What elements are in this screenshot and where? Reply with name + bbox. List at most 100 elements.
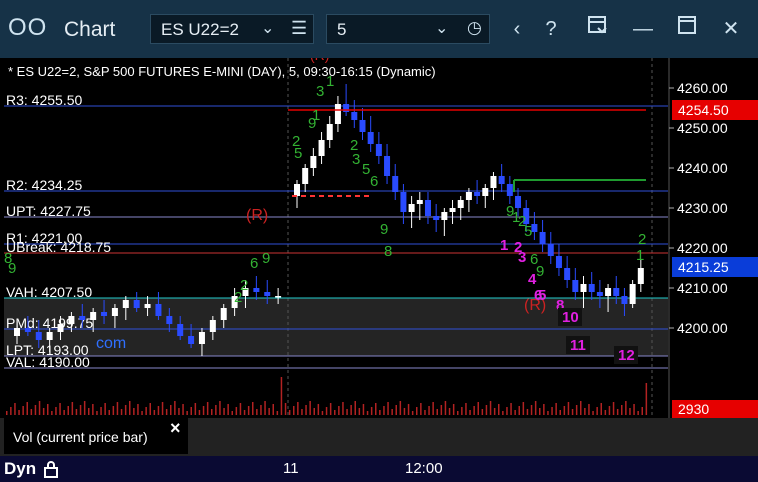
volume-bar [268, 408, 270, 415]
menu-icon[interactable]: ☰ [291, 18, 307, 39]
volume-bar [596, 407, 598, 415]
candle-body [275, 296, 282, 298]
volume-bar [182, 404, 184, 415]
volume-bar [395, 405, 397, 415]
volume-bar [489, 401, 492, 415]
volume-bar [112, 406, 115, 415]
interval-selector[interactable]: 5 ⌄ ◷ [326, 14, 490, 44]
chart-area[interactable]: R3: 4255.50 R2: 4234.25 UPT: 4227.75 R1: 42… [0, 47, 758, 456]
volume-bar [96, 411, 98, 415]
candle-body [400, 192, 407, 212]
candle-body [24, 328, 31, 332]
volume-bar [440, 405, 443, 415]
candle-body [46, 332, 53, 340]
candle-body [253, 288, 260, 292]
candle-body [188, 336, 195, 344]
volume-bar [170, 405, 172, 415]
volume-bar [293, 406, 295, 415]
interval-value: 5 [337, 20, 347, 39]
setup-count-green: 9 [8, 260, 16, 277]
volume-bar [194, 403, 197, 415]
candle-body [198, 332, 205, 344]
clock-icon[interactable]: ◷ [467, 18, 482, 38]
r-marker: (R) [246, 207, 268, 224]
volume-bar [539, 408, 541, 415]
candle-body [177, 324, 184, 336]
volume-bar [67, 406, 69, 415]
candle-body [449, 208, 456, 212]
volume-bar [206, 402, 209, 415]
volume-indicator-label[interactable]: Vol (current price bar) × [4, 418, 188, 454]
chevron-down-icon[interactable]: ⌄ [261, 18, 274, 38]
volume-bar [124, 405, 127, 415]
time-label-11: 11 [283, 460, 299, 477]
volume-bar [108, 410, 110, 415]
volume-bar [288, 410, 291, 415]
chevron-down-icon[interactable]: ⌄ [435, 18, 448, 38]
volume-bar [637, 411, 639, 415]
window-settings-icon[interactable] [582, 14, 612, 44]
volume-bar [534, 401, 537, 415]
volume-bar [399, 401, 402, 415]
volume-bar [231, 411, 233, 415]
setup-count-green: 1 [636, 247, 644, 264]
price-chart[interactable]: R3: 4255.50R2: 4234.25UPT: 4227.75R1: 42… [0, 47, 758, 456]
candle-body [122, 300, 129, 308]
volume-bar [133, 408, 135, 415]
app-logo-icon: OO [8, 14, 48, 41]
volume-bar [71, 402, 74, 415]
level-label: UBreak: 4218.75 [6, 239, 111, 255]
setup-count-green: 9 [380, 221, 388, 238]
volume-bar [350, 405, 352, 415]
close-indicator-icon[interactable]: × [170, 418, 181, 439]
candle-body [384, 156, 391, 176]
volume-bar [10, 407, 12, 415]
candle-body [580, 284, 587, 292]
volume-bar [219, 401, 221, 415]
volume-bar [202, 406, 205, 415]
candle-body [264, 292, 271, 296]
symbol-value: ES U22=2 [161, 20, 239, 39]
candle-body [547, 244, 554, 256]
lock-icon[interactable] [43, 460, 59, 481]
volume-bar [411, 411, 414, 415]
setup-count-green: 3 [352, 151, 360, 168]
volume-bar [157, 406, 160, 415]
volume-bar [116, 402, 119, 415]
time-axis-bar[interactable]: Dyn 11 12:00 [0, 456, 758, 482]
help-icon[interactable]: ? [536, 14, 566, 44]
volume-bar [174, 401, 176, 415]
close-icon[interactable]: ✕ [716, 14, 746, 44]
volume-bar [457, 411, 459, 415]
candle-body [621, 296, 628, 304]
time-label-1200: 12:00 [405, 460, 443, 477]
volume-bar [375, 403, 377, 415]
candle-body [441, 212, 448, 220]
volume-bar [452, 404, 455, 415]
volume-bar [571, 409, 574, 415]
candle-body [294, 184, 300, 196]
volume-bar [79, 405, 82, 415]
maximize-icon[interactable] [672, 14, 702, 44]
chevron-left-icon[interactable]: ‹ [502, 14, 532, 44]
countdown-count-magenta: 6 [534, 287, 542, 304]
symbol-selector[interactable]: ES U22=2 ⌄ ☰ [150, 14, 314, 44]
volume-bar [485, 405, 488, 415]
price-tick-label: 4250.00 [677, 120, 728, 136]
candle-body [209, 320, 216, 332]
minimize-icon[interactable]: — [628, 14, 658, 44]
volume-bar [510, 403, 512, 415]
volume-bar [92, 404, 94, 415]
candle-body [474, 192, 481, 196]
countdown-count-magenta: 12 [618, 347, 635, 364]
volume-bar [514, 410, 516, 415]
dynamic-mode-label[interactable]: Dyn [4, 459, 36, 479]
volume-bar [362, 404, 365, 415]
setup-count-green: 9 [536, 263, 544, 280]
volume-bar [235, 407, 238, 415]
volume-bar [329, 403, 332, 415]
volume-bar [239, 403, 242, 415]
volume-bar [153, 410, 156, 415]
candle-body [351, 112, 358, 120]
volume-bar [370, 407, 373, 415]
